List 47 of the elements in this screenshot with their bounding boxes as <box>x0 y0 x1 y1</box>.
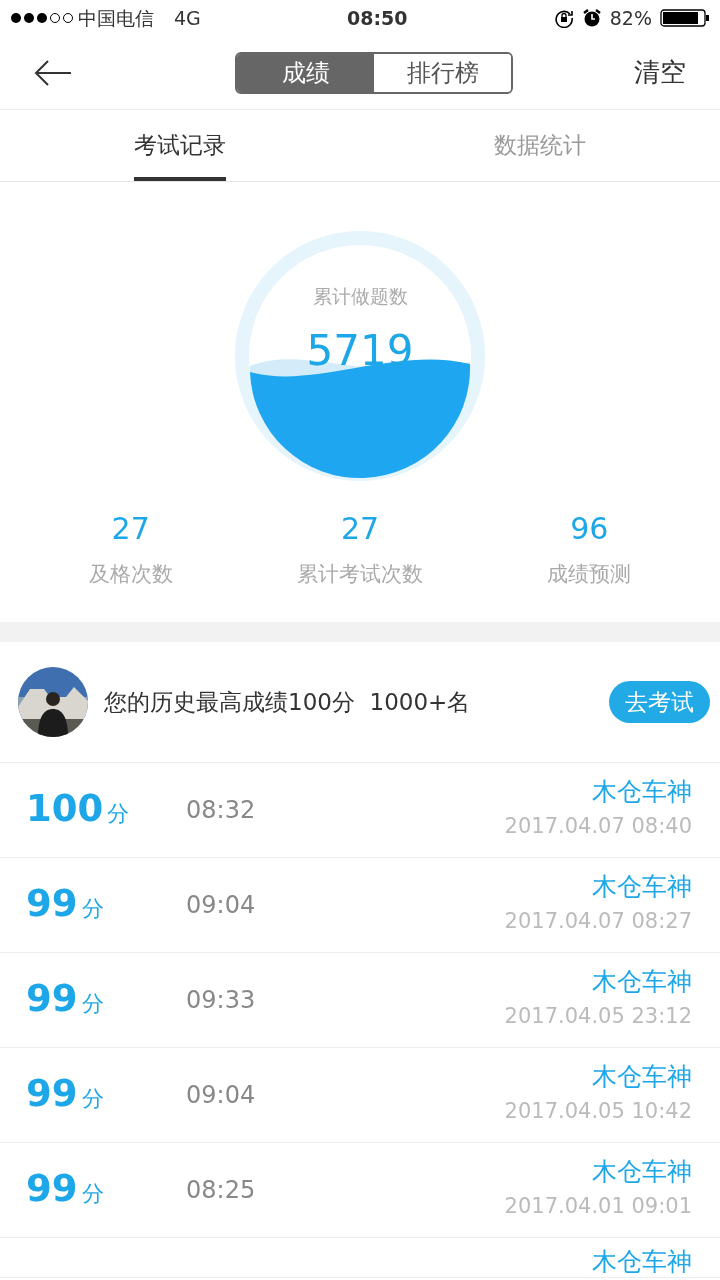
clock: 08:50 <box>346 5 409 31</box>
rotation-lock-icon <box>553 8 574 28</box>
score: 99 <box>26 1170 78 1207</box>
player-name: 木仓车神 <box>592 1157 692 1188</box>
battery-percent: 82% <box>609 5 652 31</box>
best-score-text: 您的历史最高成绩100分 1000+名 <box>104 687 472 717</box>
score-unit: 分 <box>81 895 104 923</box>
gauge-value: 5719 <box>306 324 414 377</box>
back-button[interactable] <box>34 58 72 87</box>
stat-value: 96 <box>570 510 609 548</box>
tab[interactable]: 考试记录 <box>134 128 226 181</box>
score-unit: 分 <box>81 990 104 1018</box>
score-unit: 分 <box>107 800 130 828</box>
gauge-label: 累计做题数 <box>312 284 408 309</box>
stat-label: 及格次数 <box>88 561 173 588</box>
duration: 08:32 <box>186 795 256 826</box>
alarm-icon <box>581 8 602 28</box>
stat-value: 27 <box>340 510 380 548</box>
score: 99 <box>26 980 78 1017</box>
record-date: 2017.04.05 10:42 <box>504 1098 692 1126</box>
network-type: 4G <box>174 5 201 31</box>
stat-label: 成绩预测 <box>547 561 632 588</box>
record-date: 2017.04.07 08:27 <box>504 908 692 936</box>
record-date: 2017.04.01 09:01 <box>504 1193 692 1221</box>
score-unit: 分 <box>81 1085 104 1113</box>
player-name: 木仓车神 <box>592 1247 692 1277</box>
segment-tab[interactable]: 成绩 <box>237 53 374 92</box>
player-name: 木仓车神 <box>592 872 692 903</box>
record-date: 2017.04.05 23:12 <box>504 1003 692 1031</box>
carrier-name: 中国电信 <box>78 5 154 31</box>
stat-label: 累计考试次数 <box>297 561 423 588</box>
battery-icon <box>660 8 710 28</box>
score-unit: 分 <box>81 1180 104 1208</box>
score: 99 <box>26 885 78 922</box>
player-name: 木仓车神 <box>592 777 692 808</box>
signal-icon <box>10 12 74 24</box>
player-name: 木仓车神 <box>592 1062 692 1093</box>
duration: 09:33 <box>186 985 256 1016</box>
clear-button[interactable]: 清空 <box>628 52 692 93</box>
duration: 09:04 <box>186 1080 256 1111</box>
duration: 09:04 <box>186 890 256 921</box>
player-name: 木仓车神 <box>592 967 692 998</box>
duration: 08:25 <box>186 1175 256 1206</box>
score: 100 <box>26 790 104 827</box>
stat-value: 27 <box>111 510 150 548</box>
record-date: 2017.04.07 08:40 <box>504 813 692 841</box>
score: 99 <box>26 1075 78 1112</box>
